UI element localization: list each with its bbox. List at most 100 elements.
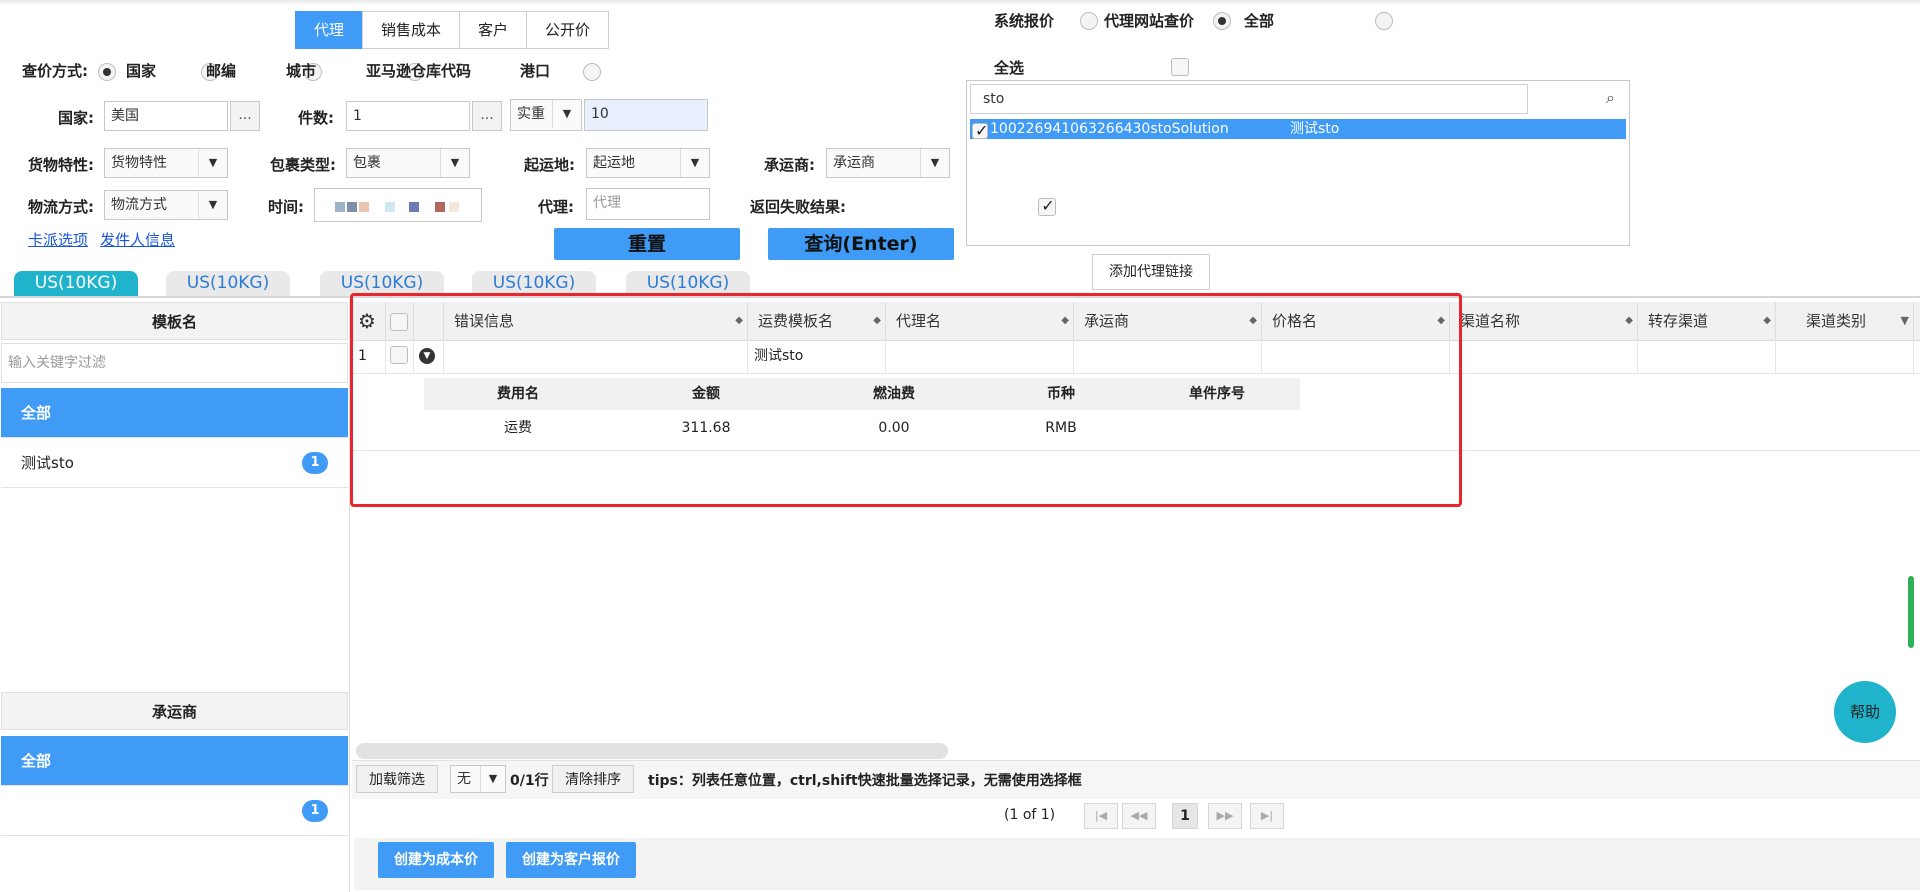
reset-button[interactable]: 重置 bbox=[554, 228, 740, 260]
radio-system-quote-label: 系统报价 bbox=[994, 12, 1055, 30]
radio-agent-site[interactable] bbox=[1212, 11, 1231, 30]
sort-icon: ◆ bbox=[1763, 315, 1771, 326]
col-transfer-channel[interactable]: 转存渠道 ◆ bbox=[1638, 302, 1776, 340]
chevron-down-icon: ▼ bbox=[198, 191, 227, 219]
template-item-all[interactable]: 全部 bbox=[1, 388, 348, 438]
cell-channel-type bbox=[1776, 340, 1914, 373]
weight-type-select[interactable]: 实重 ▼ bbox=[510, 99, 582, 131]
select-all-checkbox[interactable] bbox=[1171, 57, 1190, 76]
carrier-item[interactable]: 1 bbox=[1, 786, 348, 836]
select-all-label: 全选 bbox=[994, 59, 1025, 77]
pieces-input[interactable]: 1 bbox=[346, 101, 470, 131]
carrier-select[interactable]: 承运商 ▼ bbox=[826, 148, 950, 178]
template-header: 模板名 bbox=[1, 302, 348, 340]
template-item-count: 1 bbox=[302, 452, 328, 474]
carrier-header: 承运商 bbox=[1, 692, 348, 730]
radio-country[interactable] bbox=[98, 62, 116, 81]
prev-page-icon[interactable]: ◀◀ bbox=[1122, 803, 1156, 829]
agent-list-item[interactable]: 100226941063266430stoSolution 测试sto bbox=[970, 119, 1626, 141]
create-customer-quote-button[interactable]: 创建为客户报价 bbox=[506, 842, 636, 878]
agent-input[interactable]: 代理 bbox=[586, 188, 710, 220]
weight-type-value: 实重 bbox=[517, 106, 545, 122]
row-count: 0/1行 bbox=[510, 773, 549, 789]
col-channel-type-label: 渠道类别 bbox=[1806, 312, 1867, 330]
filter-select[interactable]: 无 ▼ bbox=[450, 765, 506, 793]
carrier-label: 承运商: bbox=[764, 156, 815, 174]
carrier-item-all[interactable]: 全部 bbox=[1, 736, 348, 786]
package-select[interactable]: 包裹 ▼ bbox=[346, 148, 470, 178]
chevron-down-icon: ▼ bbox=[198, 149, 227, 177]
tab-sales-cost[interactable]: 销售成本 bbox=[362, 11, 461, 49]
template-item[interactable]: 测试sto 1 bbox=[1, 438, 348, 488]
template-item-label: 测试sto bbox=[21, 454, 74, 472]
clear-sort-button[interactable]: 清除排序 bbox=[552, 765, 634, 793]
time-input[interactable] bbox=[314, 188, 482, 222]
time-label: 时间: bbox=[268, 198, 304, 216]
logistics-value: 物流方式 bbox=[111, 197, 167, 213]
agent-search-input[interactable]: sto bbox=[970, 84, 1528, 114]
sort-icon: ◆ bbox=[1625, 315, 1633, 326]
origin-select[interactable]: 起运地 ▼ bbox=[586, 148, 710, 178]
radio-amazon-code-label: 亚马逊仓库代码 bbox=[366, 62, 472, 80]
first-page-icon[interactable]: |◀ bbox=[1084, 803, 1118, 829]
agent-label: 代理: bbox=[538, 198, 574, 216]
country-picker-button[interactable]: ... bbox=[230, 101, 260, 131]
radio-port-label: 港口 bbox=[520, 62, 551, 80]
package-label: 包裹类型: bbox=[270, 156, 336, 174]
agent-item-name: 测试sto bbox=[1290, 121, 1340, 137]
logistics-label: 物流方式: bbox=[28, 198, 94, 216]
top-shadow bbox=[0, 0, 1920, 6]
query-button[interactable]: 查询(Enter) bbox=[768, 228, 954, 260]
chevron-down-icon: ▼ bbox=[440, 149, 469, 177]
chevron-down-icon: ▼ bbox=[552, 100, 581, 128]
weight-input[interactable]: 10 bbox=[584, 99, 708, 131]
vertical-scrollbar[interactable] bbox=[1908, 576, 1914, 648]
origin-value: 起运地 bbox=[593, 155, 635, 171]
tab-agent[interactable]: 代理 bbox=[295, 11, 364, 49]
country-input[interactable]: 美国 bbox=[104, 101, 228, 131]
origin-label: 起运地: bbox=[524, 156, 575, 174]
radio-system-quote[interactable] bbox=[1079, 11, 1098, 30]
package-value: 包裹 bbox=[353, 155, 381, 171]
pieces-picker-button[interactable]: ... bbox=[472, 101, 502, 131]
template-filter-input[interactable]: 输入关键字过滤 bbox=[1, 343, 348, 383]
col-channel-name-label: 渠道名称 bbox=[1460, 312, 1521, 330]
create-cost-price-button[interactable]: 创建为成本价 bbox=[378, 842, 494, 878]
tab-us-10kg-2[interactable]: US(10KG) bbox=[166, 271, 290, 296]
horizontal-scrollbar[interactable] bbox=[356, 743, 948, 759]
add-agent-link-button[interactable]: 添加代理链接 bbox=[1092, 254, 1210, 290]
chevron-down-icon: ▼ bbox=[480, 766, 505, 792]
radio-country-label: 国家 bbox=[126, 62, 157, 80]
search-icon[interactable]: ⌕ bbox=[1606, 88, 1615, 108]
link-kapai-options[interactable]: 卡派选项 bbox=[28, 229, 88, 250]
radio-all-source-label: 全部 bbox=[1244, 12, 1275, 30]
radio-all-source[interactable] bbox=[1375, 11, 1394, 30]
time-redacted-blocks bbox=[335, 202, 465, 212]
col-transfer-channel-label: 转存渠道 bbox=[1648, 312, 1709, 330]
help-button[interactable]: 帮助 bbox=[1834, 681, 1896, 743]
radio-port[interactable] bbox=[583, 62, 602, 81]
return-fail-label: 返回失败结果: bbox=[750, 198, 846, 216]
top-tab-bar: 代理 销售成本 客户 公开价 bbox=[295, 11, 610, 49]
tab-public-price[interactable]: 公开价 bbox=[526, 11, 610, 49]
col-channel-name[interactable]: 渠道名称 ◆ bbox=[1450, 302, 1638, 340]
cargo-select[interactable]: 货物特性 ▼ bbox=[104, 148, 228, 178]
carrier-item-count: 1 bbox=[302, 800, 328, 822]
page-number[interactable]: 1 bbox=[1172, 803, 1198, 829]
tab-customer[interactable]: 客户 bbox=[459, 11, 528, 49]
cell-transfer-channel bbox=[1638, 340, 1776, 373]
cargo-value: 货物特性 bbox=[111, 155, 167, 171]
agent-item-code: 100226941063266430stoSolution bbox=[990, 121, 1229, 137]
query-mode-label: 查价方式: bbox=[22, 62, 88, 80]
pieces-label: 件数: bbox=[298, 109, 334, 127]
next-page-icon[interactable]: ▶▶ bbox=[1208, 803, 1242, 829]
cargo-label: 货物特性: bbox=[28, 156, 94, 174]
tab-us-10kg-1[interactable]: US(10KG) bbox=[14, 271, 138, 296]
load-filter-button[interactable]: 加载筛选 bbox=[356, 765, 438, 793]
link-sender-info[interactable]: 发件人信息 bbox=[100, 229, 175, 250]
radio-postcode-label: 邮编 bbox=[206, 62, 237, 80]
col-channel-type[interactable]: 渠道类别 ▼ bbox=[1776, 302, 1914, 340]
logistics-select[interactable]: 物流方式 ▼ bbox=[104, 190, 228, 220]
agent-item-checkbox[interactable] bbox=[972, 121, 988, 141]
last-page-icon[interactable]: ▶| bbox=[1250, 803, 1284, 829]
